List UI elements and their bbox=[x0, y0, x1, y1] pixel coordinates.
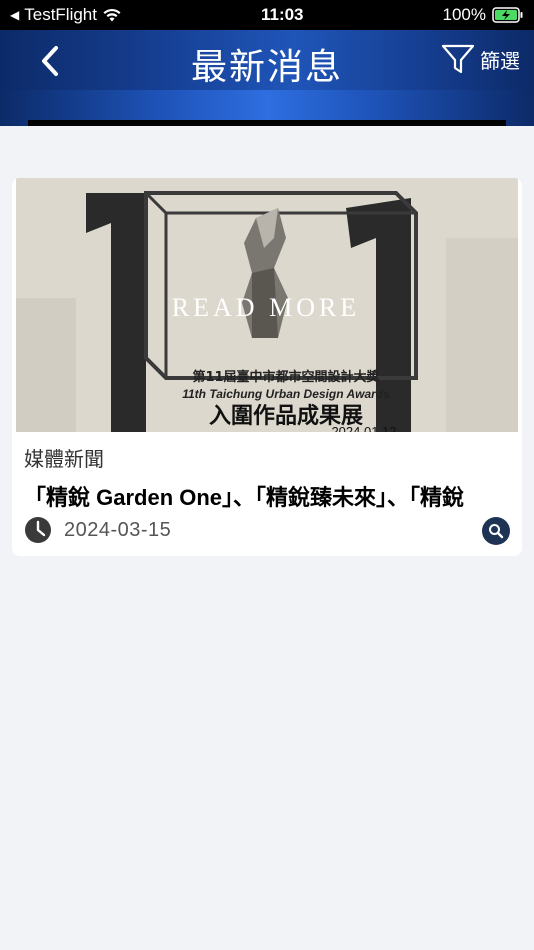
navbar-divider bbox=[28, 120, 506, 126]
news-category: 媒體新聞 bbox=[24, 449, 104, 471]
poster-date: 2024.01.12 bbox=[331, 424, 396, 432]
wifi-icon bbox=[103, 8, 121, 22]
filter-button[interactable]: 篩選 bbox=[440, 41, 520, 77]
filter-label: 篩選 bbox=[480, 50, 520, 73]
search-icon[interactable] bbox=[482, 517, 510, 545]
navigation-bar: 最新消息 篩選 bbox=[0, 30, 534, 126]
back-to-app-icon[interactable]: ◀ bbox=[10, 8, 19, 22]
filter-funnel-icon bbox=[441, 44, 475, 74]
poster-title-chinese: 第11屆臺中市都市空間設計大獎 bbox=[192, 369, 380, 385]
exhibition-photo: READ MORE 第11屆臺中市都市空間設計大獎 11th Taichung … bbox=[16, 178, 518, 432]
read-more-overlay: READ MORE bbox=[172, 293, 360, 322]
news-date: 2024-03-15 bbox=[64, 518, 172, 541]
status-bar: ◀ TestFlight 11:03 100% bbox=[0, 0, 534, 30]
news-title[interactable]: 「精銳 Garden One」、「精銳臻未來」、「精銳 bbox=[24, 480, 514, 512]
battery-percent: 100% bbox=[442, 5, 486, 24]
battery-charging-icon bbox=[492, 7, 523, 23]
clock-time: 11:03 bbox=[260, 5, 304, 24]
poster-title-english: 11th Taichung Urban Design Awards bbox=[182, 387, 390, 401]
news-meta: 2024-03-15 bbox=[24, 516, 171, 544]
clock-icon bbox=[25, 517, 51, 543]
news-image[interactable]: READ MORE 第11屆臺中市都市空間設計大獎 11th Taichung … bbox=[16, 178, 518, 432]
status-left: ◀ TestFlight bbox=[10, 5, 122, 25]
carrier-label[interactable]: TestFlight bbox=[24, 5, 97, 25]
status-right: 100% bbox=[443, 5, 524, 25]
news-card[interactable]: READ MORE 第11屆臺中市都市空間設計大獎 11th Taichung … bbox=[12, 178, 522, 556]
